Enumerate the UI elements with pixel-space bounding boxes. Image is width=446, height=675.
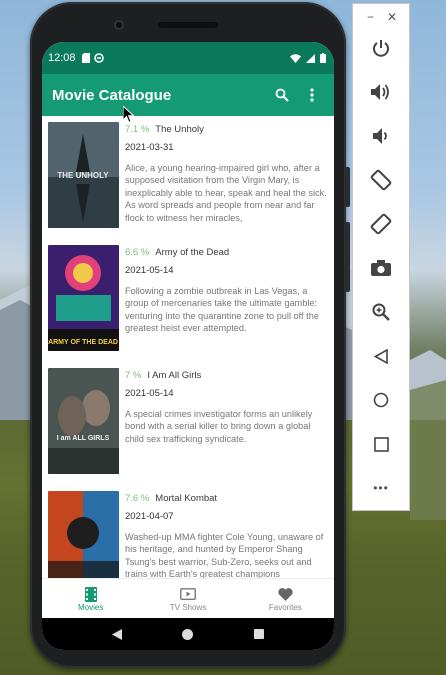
poster-title-text: THE UNHOLY — [57, 171, 109, 180]
emulator-overview-button[interactable] — [353, 422, 409, 466]
wifi-icon — [290, 53, 301, 63]
side-button — [345, 167, 350, 207]
movie-poster: THE UNHOLY — [48, 122, 119, 228]
mouse-cursor-icon — [123, 106, 135, 124]
rotate-left-button[interactable] — [353, 158, 409, 202]
release-date: 2021-03-31 — [125, 142, 174, 153]
back-icon[interactable] — [112, 628, 123, 640]
tab-tv-shows[interactable]: TV Shows — [139, 579, 236, 618]
camera-icon — [371, 260, 391, 276]
app-bar: Movie Catalogue — [42, 74, 334, 116]
movie-list[interactable]: THE UNHOLY 7.1 % The Unholy 2021-03-31 A… — [42, 116, 334, 578]
home-icon — [373, 392, 389, 408]
movie-rating: 7.1 % — [125, 123, 150, 135]
release-date: 2021-05-14 — [125, 388, 174, 399]
sd-card-icon — [81, 53, 90, 63]
volume-down-button[interactable] — [353, 114, 409, 158]
heart-icon — [278, 587, 293, 601]
minimize-button[interactable]: − — [367, 10, 374, 26]
tab-favorites[interactable]: Favorites — [237, 579, 334, 618]
tv-play-icon — [180, 587, 196, 600]
volume-button — [345, 222, 350, 292]
more-vert-icon — [310, 88, 314, 102]
release-date: 2021-04-07 — [125, 511, 174, 522]
movie-poster: I am ALL GIRLS — [48, 368, 119, 474]
tab-movies[interactable]: Movies — [42, 579, 139, 618]
status-time: 12:08 — [48, 52, 76, 64]
rotate-right-icon — [370, 213, 392, 235]
movie-overview: Washed-up MMA fighter Cole Young, unawar… — [125, 532, 324, 578]
app-title: Movie Catalogue — [52, 86, 172, 104]
movie-overview: Alice, a young hearing-impaired girl who… — [125, 163, 327, 223]
emulator-home-button[interactable] — [353, 378, 409, 422]
zoom-icon — [372, 303, 390, 321]
more-button[interactable]: ••• — [353, 466, 409, 510]
tab-label: Movies — [77, 603, 104, 612]
volume-down-icon — [373, 128, 387, 144]
home-icon[interactable] — [182, 628, 194, 640]
emulator-back-button[interactable] — [353, 334, 409, 378]
status-bar: 12:08 — [42, 42, 334, 74]
movie-item[interactable]: ARMY OF THE DEAD 6.6 % Army of the Dead … — [42, 239, 334, 362]
film-icon — [84, 586, 97, 602]
poster-title-text: I am ALL GIRLS — [57, 435, 110, 442]
movie-poster: ARMY OF THE DEAD — [48, 245, 119, 351]
volume-up-icon — [371, 84, 389, 100]
movie-rating: 6.6 % — [125, 246, 150, 258]
earpiece-speaker — [158, 22, 218, 28]
movie-item[interactable]: I am ALL GIRLS 7 % I Am All Girls 2021-0… — [42, 362, 334, 485]
movie-title: The Unholy — [155, 123, 204, 135]
more-icon: ••• — [373, 481, 389, 495]
bottom-navigation: Movies TV Shows Favorites — [42, 578, 334, 618]
search-button[interactable] — [270, 83, 294, 107]
system-navigation-bar — [42, 618, 334, 650]
data-saver-icon — [93, 53, 104, 63]
movie-title: Army of the Dead — [155, 246, 230, 258]
overflow-menu-button[interactable] — [300, 83, 324, 107]
phone-frame: 12:08 Movie Catalogue THE UNHOLY 7.1 % T… — [30, 2, 350, 668]
front-camera — [114, 20, 124, 30]
movie-rating: 7.6 % — [125, 492, 150, 504]
movie-title: Mortal Kombat — [155, 492, 218, 504]
movie-rating: 7 % — [125, 369, 142, 381]
screenshot-button[interactable] — [353, 246, 409, 290]
overview-icon — [373, 436, 389, 452]
rotate-right-button[interactable] — [353, 202, 409, 246]
search-icon — [275, 88, 289, 102]
zoom-button[interactable] — [353, 290, 409, 334]
cell-signal-icon — [306, 53, 315, 63]
movie-item[interactable]: THE UNHOLY 7.1 % The Unholy 2021-03-31 A… — [42, 116, 334, 239]
movie-item[interactable]: 7.6 % Mortal Kombat 2021-04-07 Washed-up… — [42, 485, 334, 578]
volume-up-button[interactable] — [353, 70, 409, 114]
overview-icon[interactable] — [253, 629, 264, 639]
poster-title-text: ARMY OF THE DEAD — [48, 339, 118, 346]
tab-label: TV Shows — [169, 603, 207, 612]
power-button[interactable] — [353, 26, 409, 70]
device-screen: 12:08 Movie Catalogue THE UNHOLY 7.1 % T… — [42, 42, 334, 650]
tab-label: Favorites — [268, 603, 302, 612]
rotate-left-icon — [370, 169, 392, 191]
close-button[interactable]: ✕ — [387, 10, 397, 26]
movie-overview: Following a zombie outbreak in Las Vegas… — [125, 286, 319, 334]
battery-icon — [320, 53, 326, 63]
movie-poster — [48, 491, 119, 578]
movie-title: I Am All Girls — [147, 369, 202, 381]
emulator-toolbar: − ✕ ••• — [352, 3, 410, 511]
power-icon — [373, 40, 389, 57]
movie-overview: A special crimes investigator forms an u… — [125, 409, 313, 444]
release-date: 2021-05-14 — [125, 265, 174, 276]
back-icon — [374, 348, 388, 364]
